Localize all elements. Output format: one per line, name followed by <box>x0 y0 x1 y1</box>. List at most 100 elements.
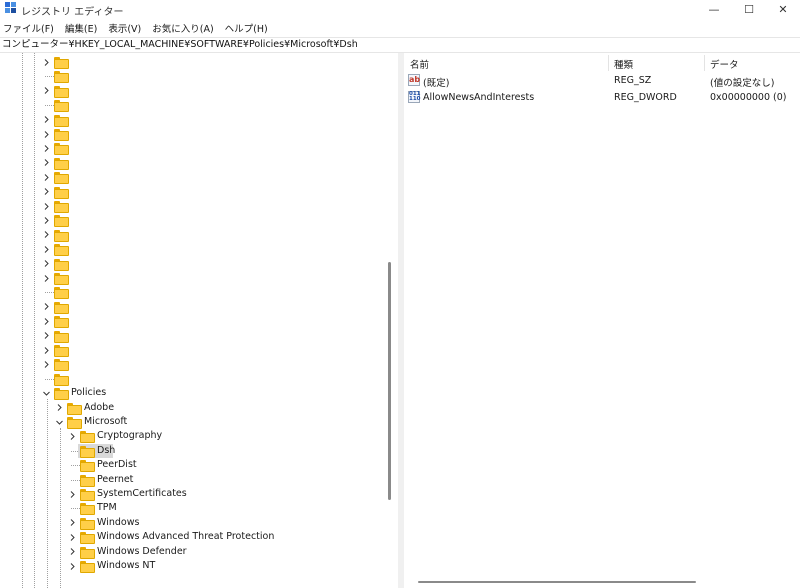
tree-node[interactable] <box>0 141 380 156</box>
folder-icon <box>54 100 69 113</box>
title-bar: レジストリ エディター — ☐ ✕ <box>0 0 800 18</box>
expand-chevron-icon[interactable] <box>42 244 50 254</box>
expand-chevron-icon[interactable] <box>68 518 76 528</box>
folder-icon <box>54 244 69 257</box>
expand-chevron-icon[interactable] <box>42 345 50 355</box>
folder-icon <box>54 373 69 386</box>
menu-file[interactable]: ファイル(F) <box>3 21 54 35</box>
column-header-name[interactable]: 名前 <box>410 57 429 71</box>
tree-node[interactable] <box>0 185 380 199</box>
expand-chevron-icon[interactable] <box>42 215 50 225</box>
tree-node-peernet[interactable]: Peernet <box>0 473 380 487</box>
tree-node[interactable] <box>0 69 380 84</box>
menu-help[interactable]: ヘルプ(H) <box>225 21 268 35</box>
list-horizontal-scrollbar[interactable] <box>418 581 696 583</box>
tree-node[interactable] <box>0 127 380 141</box>
tree-node[interactable] <box>0 285 380 300</box>
tree-node-label: Dsh <box>97 444 116 456</box>
close-icon: ✕ <box>778 2 788 16</box>
expand-chevron-icon[interactable] <box>42 187 50 197</box>
expand-chevron-icon[interactable] <box>42 86 50 96</box>
menu-favorites[interactable]: お気に入り(A) <box>152 21 213 35</box>
folder-icon <box>54 172 69 185</box>
column-divider[interactable] <box>704 55 705 71</box>
tree-node[interactable] <box>0 98 380 113</box>
value-data: 0x00000000 (0) <box>710 92 787 103</box>
tree-node[interactable] <box>0 242 380 257</box>
tree-node-windows-defender[interactable]: Windows Defender <box>0 545 380 559</box>
expand-chevron-icon[interactable] <box>68 561 76 571</box>
tree-vertical-scrollbar[interactable] <box>388 262 391 500</box>
tree-node-windows-advanced-threat-protection[interactable]: Windows Advanced Threat Protection <box>0 530 380 545</box>
expand-chevron-icon[interactable] <box>42 201 50 211</box>
minimize-icon: — <box>708 2 720 16</box>
expand-chevron-icon[interactable] <box>42 158 50 168</box>
tree-node[interactable] <box>0 156 380 170</box>
value-row[interactable]: 011 110 AllowNewsAndInterests REG_DWORD … <box>404 90 800 105</box>
expand-chevron-icon[interactable] <box>42 331 50 341</box>
tree-node[interactable] <box>0 372 380 386</box>
folder-icon <box>54 388 69 401</box>
expand-chevron-icon[interactable] <box>55 403 63 413</box>
expand-chevron-icon[interactable] <box>42 172 50 182</box>
tree-node-microsoft[interactable]: Microsoft <box>0 415 380 429</box>
expand-chevron-icon[interactable] <box>68 547 76 557</box>
expand-chevron-icon[interactable] <box>42 259 50 269</box>
tree-node[interactable] <box>0 343 380 357</box>
tree-node[interactable] <box>0 170 380 185</box>
tree-node[interactable] <box>0 257 380 271</box>
column-header-type[interactable]: 種類 <box>614 57 633 71</box>
tree-node-label: TPM <box>97 502 117 514</box>
tree-node-cryptography[interactable]: Cryptography <box>0 429 380 444</box>
tree-node-dsh[interactable]: Dsh <box>0 443 380 458</box>
menu-edit[interactable]: 編集(E) <box>65 21 97 35</box>
expand-chevron-icon[interactable] <box>42 129 50 139</box>
tree-node-windows-nt[interactable]: Windows NT <box>0 559 380 573</box>
folder-icon <box>80 474 95 487</box>
maximize-button[interactable]: ☐ <box>733 0 765 18</box>
tree-node-label: Windows <box>97 516 140 528</box>
close-button[interactable]: ✕ <box>767 0 799 18</box>
tree-node-tpm[interactable]: TPM <box>0 501 380 516</box>
tree-node[interactable] <box>0 357 380 372</box>
tree-node[interactable] <box>0 228 380 242</box>
tree-node-systemcertificates[interactable]: SystemCertificates <box>0 487 380 501</box>
collapse-chevron-icon[interactable] <box>42 388 50 398</box>
folder-icon <box>67 402 82 415</box>
column-header-data[interactable]: データ <box>710 57 739 71</box>
expand-chevron-icon[interactable] <box>42 115 50 125</box>
tree-node[interactable] <box>0 199 380 213</box>
expand-chevron-icon[interactable] <box>68 489 76 499</box>
column-divider[interactable] <box>608 55 609 71</box>
expand-chevron-icon[interactable] <box>42 316 50 326</box>
expand-chevron-icon[interactable] <box>42 359 50 369</box>
collapse-chevron-icon[interactable] <box>55 417 63 427</box>
expand-chevron-icon[interactable] <box>42 57 50 67</box>
expand-chevron-icon[interactable] <box>68 431 76 441</box>
expand-chevron-icon[interactable] <box>42 230 50 240</box>
tree-node[interactable] <box>0 271 380 285</box>
tree-node[interactable] <box>0 84 380 98</box>
tree-node-peerdist[interactable]: PeerDist <box>0 458 380 473</box>
value-row[interactable]: ab (既定) REG_SZ (値の設定なし) <box>404 73 800 89</box>
tree-node-windows[interactable]: Windows <box>0 516 380 530</box>
folder-icon <box>54 85 69 98</box>
tree-node[interactable] <box>0 300 380 314</box>
tree-node[interactable] <box>0 314 380 329</box>
folder-icon <box>54 301 69 314</box>
minimize-button[interactable]: — <box>698 0 730 18</box>
tree-node[interactable] <box>0 113 380 127</box>
expand-chevron-icon[interactable] <box>42 302 50 312</box>
tree-node-adobe[interactable]: Adobe <box>0 401 380 415</box>
folder-icon <box>80 517 95 530</box>
expand-chevron-icon[interactable] <box>42 273 50 283</box>
tree-node[interactable] <box>0 329 380 343</box>
registry-editor-icon <box>5 2 16 13</box>
address-bar[interactable]: コンピューター¥HKEY_LOCAL_MACHINE¥SOFTWARE¥Poli… <box>0 37 800 53</box>
tree-node[interactable] <box>0 213 380 228</box>
menu-view[interactable]: 表示(V) <box>108 21 141 35</box>
tree-node[interactable] <box>0 55 380 69</box>
tree-node-policies[interactable]: Policies <box>0 386 380 401</box>
expand-chevron-icon[interactable] <box>42 143 50 153</box>
expand-chevron-icon[interactable] <box>68 532 76 542</box>
